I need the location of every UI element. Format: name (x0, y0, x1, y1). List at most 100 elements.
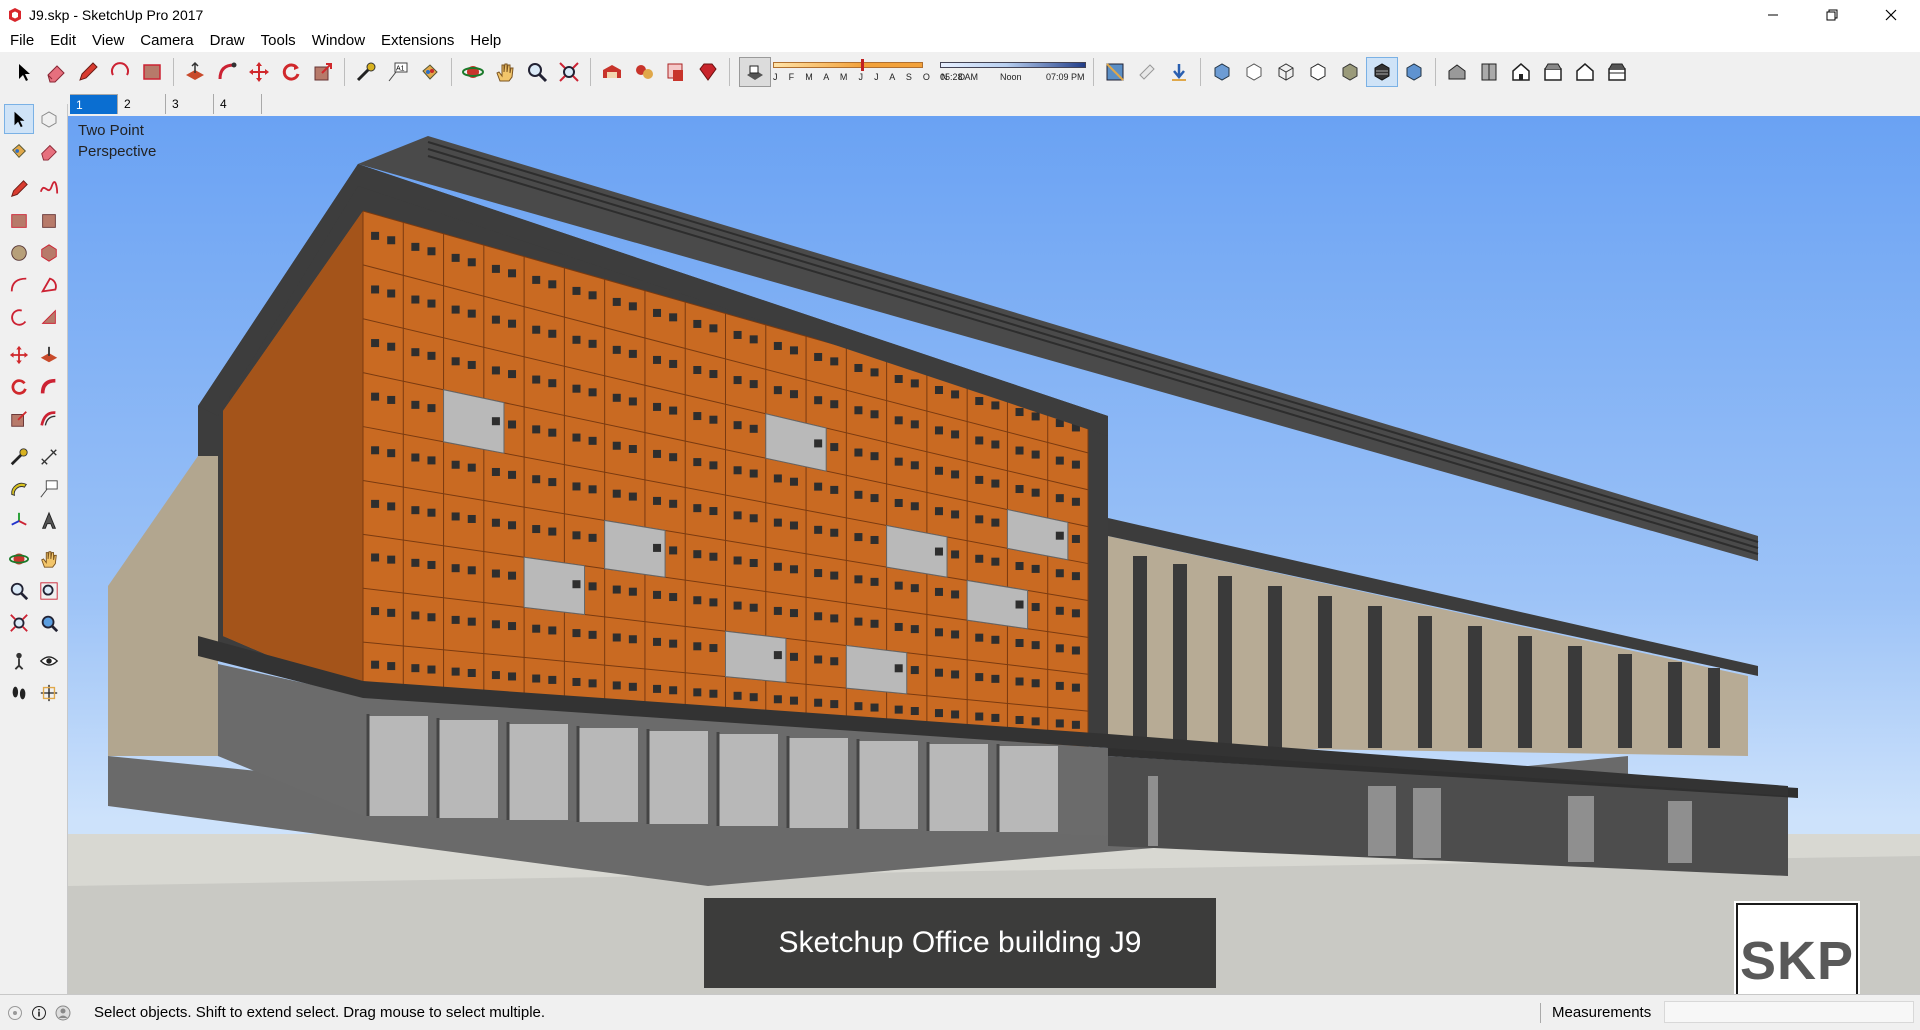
back-view-button[interactable] (1569, 57, 1601, 87)
protractor-tool-button[interactable] (4, 474, 34, 504)
shaded-textures-style-button[interactable] (1366, 57, 1398, 87)
menu-extensions[interactable]: Extensions (373, 30, 462, 52)
select-tool-button[interactable] (4, 104, 34, 134)
scene-tab-1[interactable]: 1 (70, 94, 118, 114)
previous-view-button[interactable] (34, 608, 64, 638)
minimize-button[interactable] (1743, 0, 1802, 30)
menu-window[interactable]: Window (304, 30, 373, 52)
ruby-console-button[interactable] (692, 57, 724, 87)
send-to-layout-button[interactable] (660, 57, 692, 87)
orbit-tool-button[interactable] (457, 57, 489, 87)
rotate-tool-button[interactable] (275, 57, 307, 87)
wireframe-style-button[interactable] (1270, 57, 1302, 87)
display-section-cuts-button[interactable] (1163, 57, 1195, 87)
zoom-extents-tool-button[interactable] (553, 57, 585, 87)
shadow-toggle-button[interactable] (739, 57, 771, 87)
hidden-line-style-button[interactable] (1302, 57, 1334, 87)
rectangle-tool-button[interactable] (4, 206, 34, 236)
pie-tool-button[interactable] (34, 302, 64, 332)
text-tool-button[interactable] (34, 474, 64, 504)
arc-tool-button[interactable] (4, 270, 34, 300)
menu-view[interactable]: View (84, 30, 132, 52)
shadow-time-slider[interactable]: 05:28 AM Noon 07:09 PM (938, 58, 1088, 86)
line-tool-button[interactable] (4, 174, 34, 204)
scale-tool-button[interactable] (307, 57, 339, 87)
axes-tool-button[interactable] (4, 506, 34, 536)
move-tool-button[interactable] (243, 57, 275, 87)
zoom-window-tool-button[interactable] (34, 576, 64, 606)
dimension-tool-button[interactable] (34, 442, 64, 472)
move-tool-button[interactable] (4, 340, 34, 370)
walk-tool-button[interactable] (4, 678, 34, 708)
restore-button[interactable] (1802, 0, 1861, 30)
menu-tools[interactable]: Tools (253, 30, 304, 52)
rotate-tool-button[interactable] (4, 372, 34, 402)
right-view-button[interactable] (1537, 57, 1569, 87)
menu-help[interactable]: Help (462, 30, 509, 52)
monochrome-style-button[interactable] (1398, 57, 1430, 87)
front-view-button[interactable] (1505, 57, 1537, 87)
iso-view-button[interactable] (1441, 57, 1473, 87)
text-tool-button[interactable]: A1 (382, 57, 414, 87)
measurements-input[interactable] (1664, 1001, 1914, 1023)
facade-window (628, 492, 637, 501)
tape-measure-tool-button[interactable] (4, 442, 34, 472)
circle-tool-button[interactable] (4, 238, 34, 268)
scene-tab-3[interactable]: 3 (166, 94, 214, 114)
follow-me-tool-button[interactable] (34, 372, 64, 402)
section-plane-tool-button[interactable] (34, 678, 64, 708)
tape-measure-tool-button[interactable] (350, 57, 382, 87)
arc-tool-button[interactable] (104, 57, 136, 87)
eraser-tool-button[interactable] (40, 57, 72, 87)
back-edges-style-button[interactable] (1238, 57, 1270, 87)
eraser-tool-button[interactable] (34, 136, 64, 166)
zoom-tool-button[interactable] (4, 576, 34, 606)
rectangle-tool-button[interactable] (136, 57, 168, 87)
display-section-planes-button[interactable] (1131, 57, 1163, 87)
two-point-arc-tool-button[interactable] (34, 270, 64, 300)
close-button[interactable] (1861, 0, 1920, 30)
month-slider-thumb[interactable] (861, 59, 864, 71)
select-tool-button[interactable] (8, 57, 40, 87)
scene-tab-2[interactable]: 2 (118, 94, 166, 114)
menu-file[interactable]: File (2, 30, 42, 52)
left-view-button[interactable] (1601, 57, 1633, 87)
scene-tab-4[interactable]: 4 (214, 94, 262, 114)
shadow-month-slider[interactable]: J F M A M J J A S O N D (771, 58, 965, 86)
drawing-viewport[interactable]: Two Point Perspective Sketchup Office bu… (68, 116, 1920, 994)
pan-tool-button[interactable] (489, 57, 521, 87)
top-view-button[interactable] (1473, 57, 1505, 87)
3d-text-tool-button[interactable] (34, 506, 64, 536)
freehand-tool-button[interactable] (34, 174, 64, 204)
paint-bucket-tool-button[interactable] (4, 136, 34, 166)
zoom-extents-tool-button[interactable] (4, 608, 34, 638)
rotated-rectangle-tool-button[interactable] (34, 206, 64, 236)
push-pull-tool-button[interactable] (179, 57, 211, 87)
look-around-tool-button[interactable] (34, 646, 64, 676)
3d-warehouse-button[interactable] (596, 57, 628, 87)
menu-edit[interactable]: Edit (42, 30, 84, 52)
facade-window (588, 485, 597, 494)
account-status-button[interactable] (54, 1004, 72, 1022)
extension-warehouse-button[interactable] (628, 57, 660, 87)
pan-tool-button[interactable] (34, 544, 64, 574)
paint-bucket-tool-button[interactable] (414, 57, 446, 87)
shaded-style-button[interactable] (1334, 57, 1366, 87)
zoom-tool-button[interactable] (521, 57, 553, 87)
follow-me-tool-button[interactable] (211, 57, 243, 87)
position-camera-tool-button[interactable] (4, 646, 34, 676)
orbit-tool-button[interactable] (4, 544, 34, 574)
pencil-tool-button[interactable] (72, 57, 104, 87)
make-component-button[interactable] (34, 104, 64, 134)
polygon-tool-button[interactable] (34, 238, 64, 268)
push-pull-tool-button[interactable] (34, 340, 64, 370)
credits-status-button[interactable] (30, 1004, 48, 1022)
menu-camera[interactable]: Camera (132, 30, 201, 52)
menu-draw[interactable]: Draw (202, 30, 253, 52)
section-plane-button[interactable] (1099, 57, 1131, 87)
scale-tool-button[interactable] (4, 404, 34, 434)
geo-location-status-button[interactable] (6, 1004, 24, 1022)
xray-style-button[interactable] (1206, 57, 1238, 87)
three-point-arc-tool-button[interactable] (4, 302, 34, 332)
offset-tool-button[interactable] (34, 404, 64, 434)
